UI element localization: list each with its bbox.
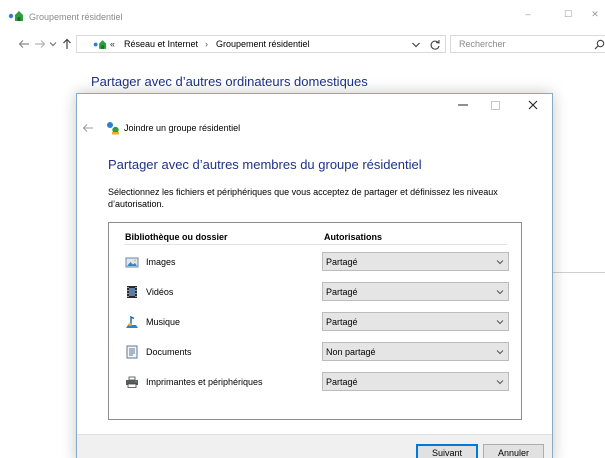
minimize-icon bbox=[458, 104, 468, 106]
table-row-documents: Documents Non partagé bbox=[109, 342, 523, 362]
row-label: Imprimantes et périphériques bbox=[146, 377, 263, 387]
refresh-icon bbox=[430, 40, 440, 50]
close-icon: ✕ bbox=[591, 8, 599, 19]
dialog-description: Sélectionnez les fichiers et périphériqu… bbox=[108, 187, 498, 209]
cancel-button[interactable]: Annuler bbox=[483, 444, 544, 458]
arrow-left-icon bbox=[82, 124, 93, 132]
column-header-library: Bibliothèque ou dossier bbox=[125, 232, 228, 242]
chevron-down-icon bbox=[496, 379, 504, 385]
close-icon bbox=[528, 100, 538, 110]
search-input[interactable]: Rechercher bbox=[450, 35, 605, 53]
back-button[interactable] bbox=[17, 37, 31, 51]
homegroup-icon bbox=[93, 39, 107, 50]
table-row-images: Images Partagé bbox=[109, 252, 523, 272]
dialog-maximize-button bbox=[480, 94, 510, 116]
column-header-permissions: Autorisations bbox=[324, 232, 383, 242]
dialog-footer: Suivant Annuler bbox=[77, 434, 552, 458]
refresh-button[interactable] bbox=[429, 39, 441, 51]
navigation-pane-edge bbox=[0, 57, 10, 457]
homegroup-icon bbox=[8, 10, 24, 22]
breadcrumb-network-internet[interactable]: Réseau et Internet bbox=[124, 39, 198, 49]
videos-icon bbox=[125, 285, 139, 299]
dialog-minimize-button[interactable] bbox=[448, 94, 478, 116]
maximize-icon: ☐ bbox=[563, 8, 573, 19]
row-label: Vidéos bbox=[146, 287, 174, 297]
dialog-back-button[interactable] bbox=[82, 122, 94, 134]
row-label: Images bbox=[146, 257, 176, 267]
next-button[interactable]: Suivant bbox=[416, 444, 478, 458]
permission-select-videos[interactable]: Partagé bbox=[322, 282, 509, 301]
explorer-titlebar: Groupement résidentiel – ☐ ✕ bbox=[0, 0, 605, 32]
address-bar[interactable]: « Réseau et Internet › Groupement réside… bbox=[76, 35, 446, 53]
search-icon bbox=[594, 39, 605, 50]
permission-select-images[interactable]: Partagé bbox=[322, 252, 509, 271]
join-homegroup-dialog: Joindre un groupe résidentiel Partager a… bbox=[76, 93, 553, 458]
homegroup-join-icon bbox=[106, 121, 120, 135]
chevron-down-icon bbox=[496, 259, 504, 265]
maximize-icon bbox=[490, 100, 500, 110]
permission-select-documents[interactable]: Non partagé bbox=[322, 342, 509, 361]
music-icon bbox=[125, 315, 139, 329]
permission-value: Partagé bbox=[326, 377, 358, 387]
row-label: Musique bbox=[146, 317, 181, 327]
arrow-left-icon bbox=[18, 40, 29, 48]
breadcrumb-homegroup[interactable]: Groupement résidentiel bbox=[216, 39, 310, 49]
table-row-videos: Vidéos Partagé bbox=[109, 282, 523, 302]
breadcrumb-separator[interactable]: › bbox=[205, 39, 208, 49]
table-row-music: Musique Partagé bbox=[109, 312, 523, 332]
search-placeholder: Rechercher bbox=[459, 39, 506, 49]
background-page-heading: Partager avec d’autres ordinateurs domes… bbox=[91, 74, 368, 89]
permission-value: Non partagé bbox=[326, 347, 376, 357]
forward-button[interactable] bbox=[33, 37, 47, 51]
chevron-down-icon bbox=[496, 289, 504, 295]
permission-value: Partagé bbox=[326, 317, 358, 327]
permission-value: Partagé bbox=[326, 257, 358, 267]
images-icon bbox=[125, 255, 139, 269]
row-label: Documents bbox=[146, 347, 192, 357]
navigation-bar: « Réseau et Internet › Groupement réside… bbox=[0, 32, 605, 56]
recent-locations-button[interactable] bbox=[48, 37, 58, 51]
header-divider bbox=[124, 244, 507, 245]
dialog-close-button[interactable] bbox=[518, 94, 548, 116]
window-title: Groupement résidentiel bbox=[29, 12, 123, 22]
chevron-down-icon bbox=[496, 349, 504, 355]
dialog-heading: Partager avec d’autres membres du groupe… bbox=[108, 157, 422, 172]
address-dropdown-button[interactable] bbox=[411, 41, 421, 49]
arrow-up-icon bbox=[63, 38, 71, 49]
permission-select-printers[interactable]: Partagé bbox=[322, 372, 509, 391]
dialog-title: Joindre un groupe résidentiel bbox=[124, 123, 241, 133]
table-row-printers-devices: Imprimantes et périphériques Partagé bbox=[109, 372, 523, 392]
permission-value: Partagé bbox=[326, 287, 358, 297]
chevron-down-icon bbox=[496, 319, 504, 325]
arrow-right-icon bbox=[35, 40, 46, 48]
minimize-icon: – bbox=[525, 9, 531, 19]
chevron-down-icon bbox=[49, 42, 57, 47]
permission-select-music[interactable]: Partagé bbox=[322, 312, 509, 331]
sharing-table: Bibliothèque ou dossier Autorisations Im… bbox=[108, 222, 522, 420]
chevron-down-icon bbox=[412, 42, 420, 48]
breadcrumb-overflow[interactable]: « bbox=[110, 39, 115, 49]
documents-icon bbox=[125, 345, 139, 359]
close-button[interactable]: ✕ bbox=[580, 0, 605, 28]
printer-icon bbox=[125, 375, 139, 389]
up-button[interactable] bbox=[60, 37, 74, 51]
